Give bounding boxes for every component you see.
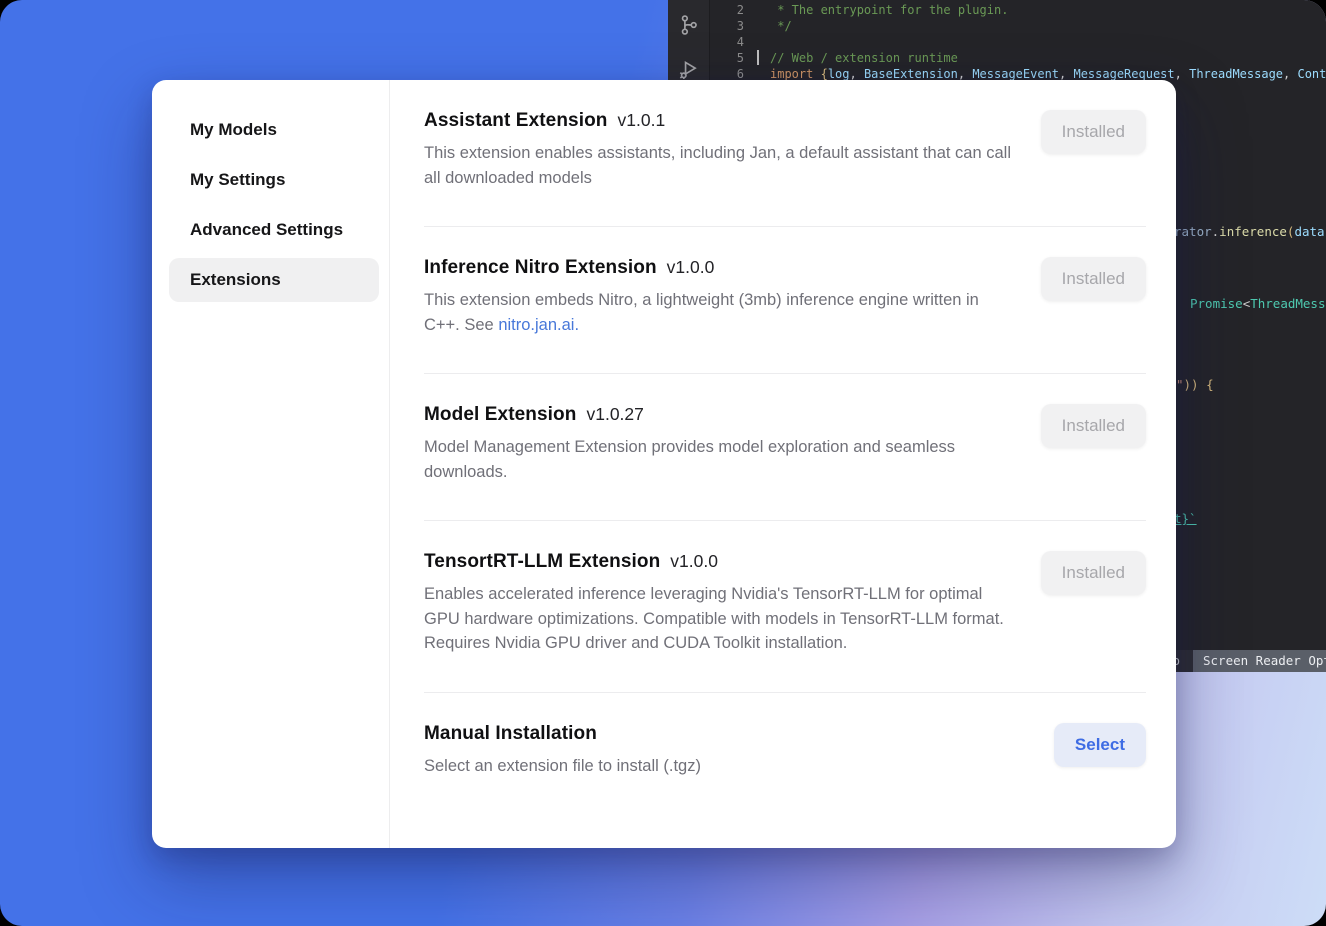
nitro-jan-ai-link[interactable]: nitro.jan.ai. — [498, 316, 579, 334]
extension-row-assistant: Assistant Extension v1.0.1 This extension… — [424, 80, 1146, 227]
extension-row-model: Model Extension v1.0.27 Model Management … — [424, 374, 1146, 521]
extension-heading: TensortRT-LLM Extension v1.0.0 — [424, 551, 1012, 573]
settings-modal: My Models My Settings Advanced Settings … — [152, 80, 1176, 848]
select-file-button[interactable]: Select — [1054, 723, 1146, 767]
extension-description: Select an extension file to install (.tg… — [424, 754, 1012, 779]
extension-name: Model Extension — [424, 404, 576, 425]
extension-name: Inference Nitro Extension — [424, 257, 657, 278]
extension-row-inference-nitro: Inference Nitro Extension v1.0.0 This ext… — [424, 227, 1146, 374]
extension-info: TensortRT-LLM Extension v1.0.0 Enables ac… — [424, 551, 1012, 656]
code-text: */ — [748, 18, 792, 34]
code-line: 2 * The entrypoint for the plugin. — [668, 2, 1326, 18]
extension-heading: Model Extension v1.0.27 — [424, 404, 1012, 426]
extension-name: Assistant Extension — [424, 110, 608, 131]
extension-heading: Manual Installation — [424, 723, 1012, 745]
extension-row-manual-installation: Manual Installation Select an extension … — [424, 693, 1146, 815]
installed-button: Installed — [1041, 404, 1146, 448]
sidebar-item-my-settings[interactable]: My Settings — [169, 158, 379, 202]
sidebar-item-my-models[interactable]: My Models — [169, 108, 379, 152]
extension-info: Model Extension v1.0.27 Model Management … — [424, 404, 1012, 484]
extension-description: Enables accelerated inference leveraging… — [424, 582, 1012, 656]
code-text — [748, 34, 770, 50]
extension-info: Assistant Extension v1.0.1 This extension… — [424, 110, 1012, 190]
installed-button: Installed — [1041, 110, 1146, 154]
extension-name: TensortRT-LLM Extension — [424, 551, 660, 572]
app-window: 2 * The entrypoint for the plugin. 3 */ … — [0, 0, 1326, 926]
settings-sidebar: My Models My Settings Advanced Settings … — [152, 80, 390, 848]
code-line: 3 */ — [668, 18, 1326, 34]
code-fragment: Promise<ThreadMessage> — [1190, 296, 1326, 312]
line-number: 3 — [668, 18, 748, 34]
code-lines: 2 * The entrypoint for the plugin. 3 */ … — [668, 2, 1326, 82]
code-fragment: t}` — [1174, 511, 1197, 527]
screen-reader-status-badge[interactable]: Screen Reader Optimized — [1193, 650, 1326, 672]
extension-version: v1.0.0 — [667, 257, 715, 277]
installed-button: Installed — [1041, 551, 1146, 595]
code-text: // Web / extension runtime — [748, 50, 958, 66]
code-line: 5 // Web / extension runtime — [668, 50, 1326, 66]
extension-info: Manual Installation Select an extension … — [424, 723, 1012, 779]
extension-name: Manual Installation — [424, 723, 597, 744]
line-number: 4 — [668, 34, 748, 50]
extension-heading: Inference Nitro Extension v1.0.0 — [424, 257, 1012, 279]
extension-description: This extension enables assistants, inclu… — [424, 141, 1012, 190]
code-fragment: rator.inference(data)); — [1174, 224, 1326, 240]
extension-description: Model Management Extension provides mode… — [424, 435, 1012, 484]
extension-version: v1.0.1 — [618, 110, 666, 130]
code-line: 4 — [668, 34, 1326, 50]
extensions-list: Assistant Extension v1.0.1 This extension… — [390, 80, 1176, 848]
line-number: 5 — [668, 50, 748, 66]
code-text: * The entrypoint for the plugin. — [748, 2, 1008, 18]
sidebar-item-advanced-settings[interactable]: Advanced Settings — [169, 208, 379, 252]
extension-version: v1.0.0 — [670, 551, 718, 571]
extension-row-tensorrt-llm: TensortRT-LLM Extension v1.0.0 Enables ac… — [424, 521, 1146, 693]
extension-version: v1.0.27 — [586, 404, 643, 424]
extension-heading: Assistant Extension v1.0.1 — [424, 110, 1012, 132]
line-number: 2 — [668, 2, 748, 18]
code-fragment: ")) { — [1176, 377, 1214, 393]
extension-info: Inference Nitro Extension v1.0.0 This ext… — [424, 257, 1012, 337]
installed-button: Installed — [1041, 257, 1146, 301]
sidebar-item-extensions[interactable]: Extensions — [169, 258, 379, 302]
extension-description: This extension embeds Nitro, a lightweig… — [424, 288, 1012, 337]
editor-cursor — [757, 50, 759, 65]
